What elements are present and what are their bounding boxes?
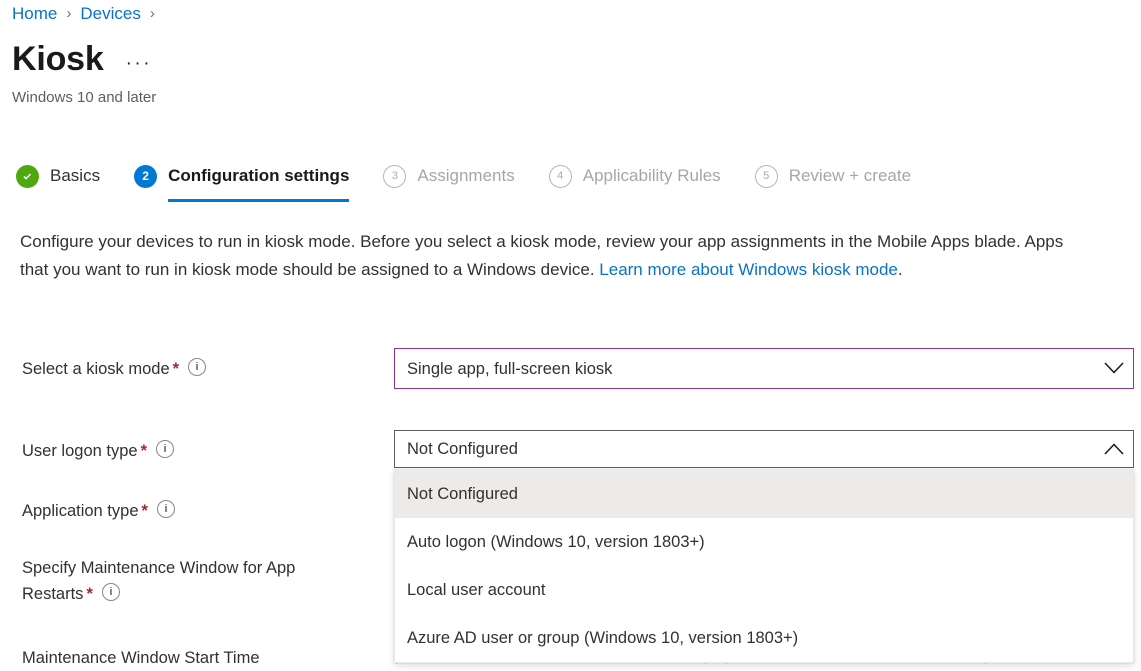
label-user-logon-type: User logon type* [22,438,372,464]
info-icon[interactable] [102,583,120,601]
dropdown-option-label: Not Configured [407,483,518,505]
more-options-icon[interactable]: ··· [126,54,152,73]
page-title-row: Kiosk ··· [12,38,152,80]
label-maintenance-start-time: Maintenance Window Start Time [22,645,382,671]
label-kiosk-mode: Select a kiosk mode* [22,356,372,382]
user-logon-type-select[interactable]: Not Configured [394,430,1134,468]
chevron-up-icon[interactable] [1095,443,1133,456]
label-text-maintenance-start-time: Maintenance Window Start Time [22,649,260,667]
description-text-end: . [898,260,903,279]
step-number-badge: 5 [755,165,778,188]
tab-label-configuration-settings: Configuration settings [168,165,349,187]
breadcrumb-separator-icon: › [150,2,155,26]
dropdown-option-local-user-account[interactable]: Local user account [395,566,1133,614]
chevron-down-icon[interactable] [1095,362,1133,375]
step-number-badge: 4 [549,165,572,188]
user-logon-type-selected-value: Not Configured [395,438,1095,460]
tab-label-applicability-rules: Applicability Rules [583,165,721,187]
required-indicator: * [141,442,147,460]
kiosk-mode-select[interactable]: Single app, full-screen kiosk [394,348,1134,389]
user-logon-type-dropdown-panel[interactable]: Not Configured Auto logon (Windows 10, v… [394,469,1134,663]
required-indicator: * [142,502,148,520]
label-application-type: Application type* [22,498,372,524]
description-text: Configure your devices to run in kiosk m… [20,232,1063,279]
required-indicator: * [86,585,92,603]
info-icon[interactable] [188,358,206,376]
dropdown-option-azure-ad-user-or-group[interactable]: Azure AD user or group (Windows 10, vers… [395,614,1133,662]
tab-applicability-rules[interactable]: 4 Applicability Rules [549,158,721,194]
breadcrumb: Home › Devices › [12,2,164,26]
breadcrumb-separator-icon: › [66,2,71,26]
page-description: Configure your devices to run in kiosk m… [20,228,1083,284]
tab-configuration-settings[interactable]: 2 Configuration settings [134,158,349,194]
step-complete-icon [16,165,39,188]
label-text-maintenance-window: Specify Maintenance Window for App Resta… [22,559,295,603]
label-text-kiosk-mode: Select a kiosk mode [22,360,170,378]
tab-label-assignments: Assignments [417,165,514,187]
label-text-application-type: Application type [22,502,139,520]
info-icon[interactable] [156,440,174,458]
dropdown-option-label: Local user account [407,579,546,601]
tab-label-review-create: Review + create [789,165,911,187]
kiosk-mode-selected-value: Single app, full-screen kiosk [395,358,1095,380]
tab-review-create[interactable]: 5 Review + create [755,158,911,194]
step-number-badge: 2 [134,165,157,188]
required-indicator: * [173,360,179,378]
label-maintenance-window: Specify Maintenance Window for App Resta… [22,555,362,607]
info-icon[interactable] [157,500,175,518]
breadcrumb-item-home[interactable]: Home [12,2,57,26]
step-number-badge: 3 [383,165,406,188]
page-title: Kiosk [12,38,104,80]
page-subtitle: Windows 10 and later [12,88,156,108]
dropdown-option-label: Azure AD user or group (Windows 10, vers… [407,627,798,649]
tab-assignments[interactable]: 3 Assignments [383,158,514,194]
tab-active-underline [168,199,349,202]
tab-basics[interactable]: Basics [16,158,100,194]
wizard-steps: Basics 2 Configuration settings 3 Assign… [16,158,945,206]
dropdown-option-not-configured[interactable]: Not Configured [395,470,1133,518]
dropdown-option-label: Auto logon (Windows 10, version 1803+) [407,531,705,553]
breadcrumb-item-devices[interactable]: Devices [80,2,140,26]
tab-label-basics: Basics [50,165,100,187]
label-text-user-logon-type: User logon type [22,442,138,460]
learn-more-link[interactable]: Learn more about Windows kiosk mode [599,260,898,279]
dropdown-option-auto-logon[interactable]: Auto logon (Windows 10, version 1803+) [395,518,1133,566]
